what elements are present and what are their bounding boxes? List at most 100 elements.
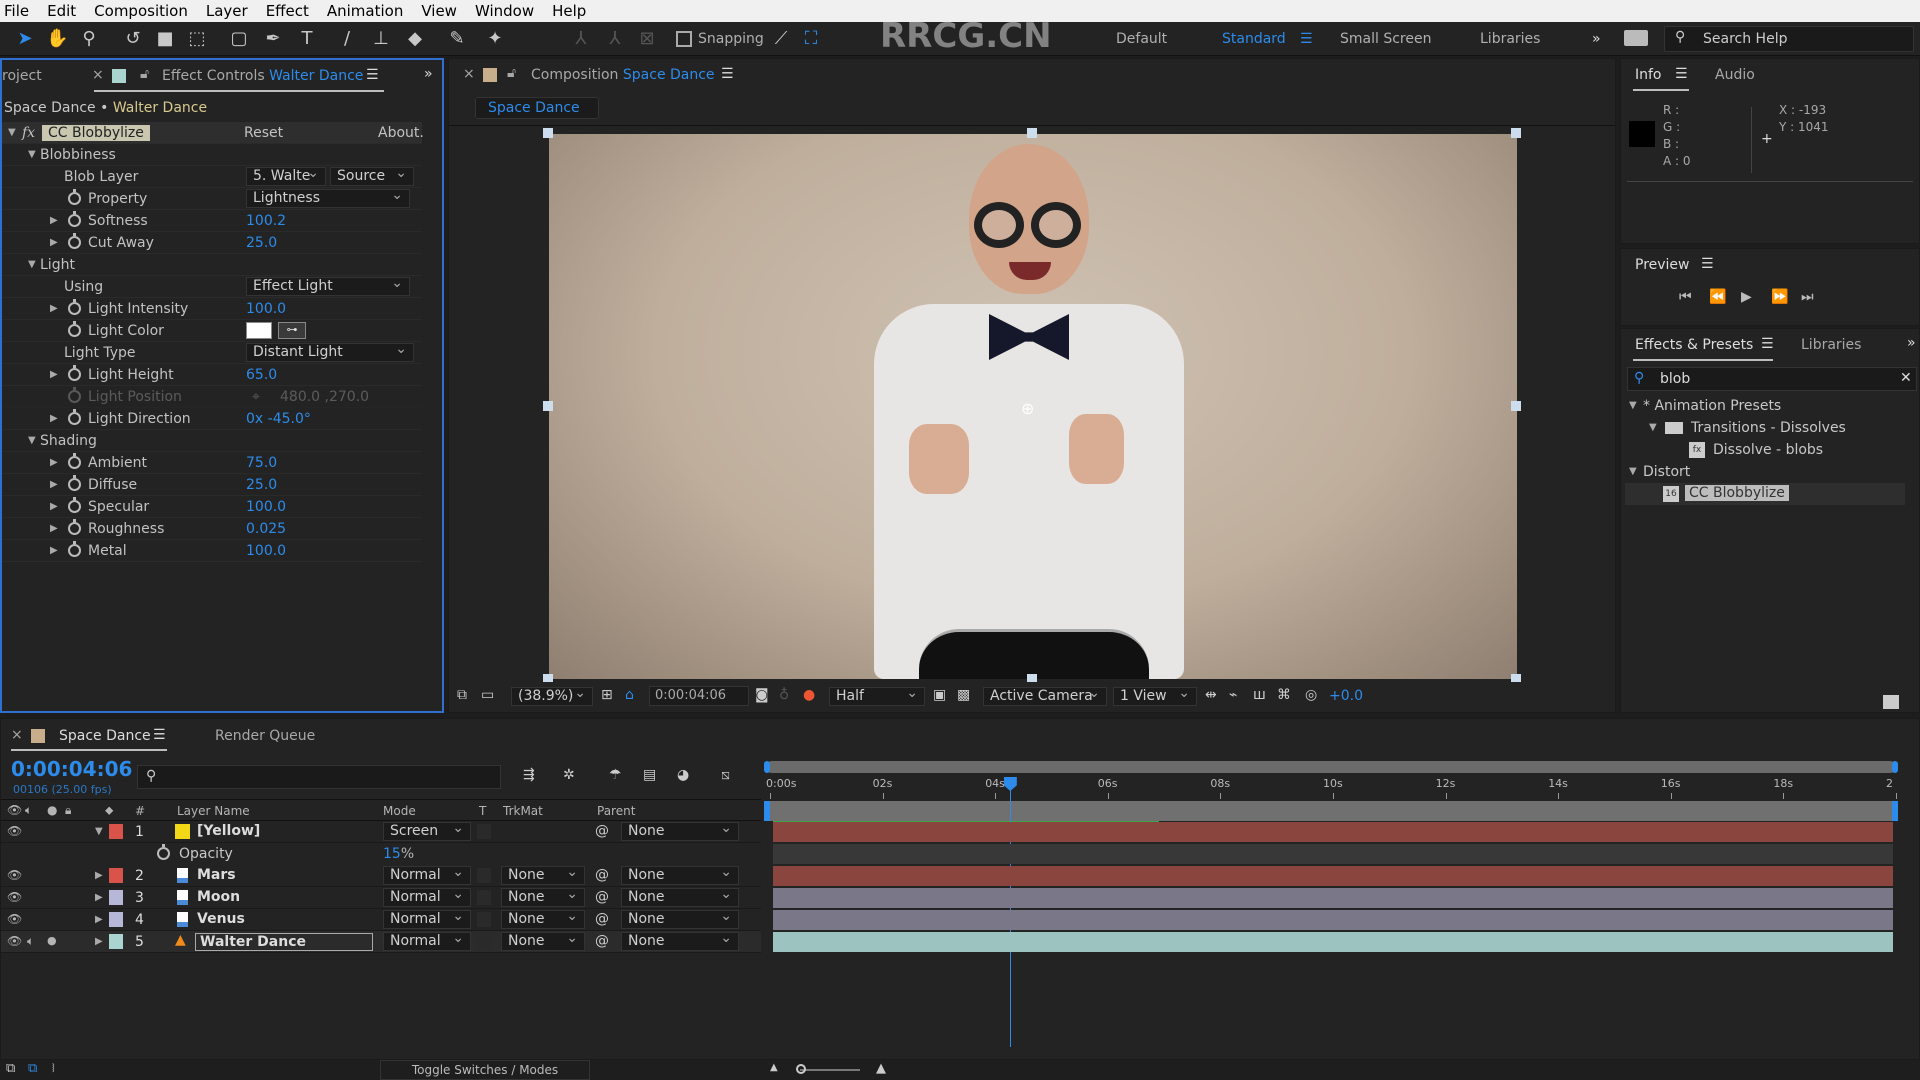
- menu-help[interactable]: Help: [552, 2, 586, 20]
- collapse-triangle-icon[interactable]: ▼: [1629, 400, 1637, 411]
- region-of-interest-icon[interactable]: ▣: [933, 687, 946, 703]
- always-preview-icon[interactable]: ⧉: [457, 687, 467, 703]
- expand-triangle-icon[interactable]: ▶: [95, 914, 103, 925]
- menu-window[interactable]: Window: [475, 2, 534, 20]
- layer-name[interactable]: Venus: [197, 911, 245, 927]
- stopwatch-icon[interactable]: [68, 497, 81, 513]
- zoom-in-icon[interactable]: ▲: [876, 1061, 886, 1076]
- expand-triangle-icon[interactable]: ▶: [95, 892, 103, 903]
- work-area-bar[interactable]: [764, 801, 1898, 821]
- expand-triangle-icon[interactable]: ▶: [95, 870, 103, 881]
- work-area-end-handle[interactable]: [1892, 801, 1898, 821]
- panel-expand-icon[interactable]: »: [1907, 335, 1916, 351]
- menu-file[interactable]: File: [4, 2, 29, 20]
- parent-dropdown[interactable]: None: [621, 930, 739, 951]
- layer-duration-bar[interactable]: [773, 932, 1893, 952]
- exposure-value[interactable]: +0.0: [1329, 688, 1363, 704]
- puppet-pin-tool-icon[interactable]: ✦: [484, 28, 506, 50]
- graph-editor-icon[interactable]: ⧅: [721, 767, 730, 783]
- tab-effect-controls[interactable]: Effect Controls Walter Dance: [162, 68, 363, 84]
- pick-whip-icon[interactable]: @: [595, 867, 609, 883]
- label-color-icon[interactable]: [109, 912, 123, 927]
- panel-menu-icon[interactable]: ☰: [721, 66, 734, 82]
- zoom-out-icon[interactable]: ▲: [770, 1062, 778, 1073]
- collapse-triangle-icon[interactable]: ▼: [28, 259, 36, 270]
- time-ruler[interactable]: 0:00s 02s 04s 06s 08s 10s 12s 14s 16s 18s 2: [766, 775, 1897, 801]
- track-matte-dropdown[interactable]: None: [501, 864, 585, 885]
- layer-name[interactable]: Mars: [197, 867, 236, 883]
- type-tool-icon[interactable]: T: [296, 28, 318, 50]
- pick-whip-icon[interactable]: @: [595, 911, 609, 927]
- track-matte-dropdown[interactable]: None: [501, 930, 585, 951]
- tree-item-distort[interactable]: ▼ Distort: [1625, 461, 1905, 483]
- lock-switch-icon[interactable]: 🔒︎: [65, 803, 71, 818]
- pick-whip-icon[interactable]: @: [595, 889, 609, 905]
- monitor-icon[interactable]: ▭: [481, 687, 494, 703]
- tab-space-dance-timeline[interactable]: Space Dance: [59, 728, 151, 744]
- fx-icon[interactable]: fx: [22, 125, 35, 141]
- close-tab-icon[interactable]: ×: [463, 66, 475, 82]
- layer-row[interactable]: 👁︎ ▶ 3 Moon Normal None @ None: [1, 886, 761, 909]
- eye-icon[interactable]: 👁︎: [7, 824, 22, 838]
- menu-layer[interactable]: Layer: [206, 2, 248, 20]
- timeline-current-time[interactable]: 0:00:04:06: [11, 757, 132, 781]
- tree-item-cc-blobbylize[interactable]: 16 CC Blobbylize: [1625, 483, 1905, 505]
- transform-handle[interactable]: [543, 128, 553, 138]
- timeline-search-input[interactable]: ⚲: [137, 765, 501, 789]
- more-workspaces-icon[interactable]: »: [1592, 31, 1601, 47]
- collapse-triangle-icon[interactable]: ▼: [28, 435, 36, 446]
- about-link[interactable]: About.: [378, 125, 424, 141]
- draft-3d-icon[interactable]: ✲: [563, 767, 575, 783]
- label-color-icon[interactable]: [109, 934, 123, 949]
- blob-layer-source-dropdown[interactable]: Source: [330, 165, 414, 186]
- toggle-switches-modes-button[interactable]: Toggle Switches / Modes: [380, 1060, 590, 1080]
- timeline-icon[interactable]: ш: [1253, 687, 1266, 703]
- views-dropdown[interactable]: 1 View: [1113, 685, 1197, 706]
- preserve-transparency-checkbox[interactable]: [477, 934, 491, 949]
- group-shading[interactable]: ▼ Shading: [2, 430, 422, 452]
- layer-name[interactable]: Moon: [197, 889, 240, 905]
- pick-whip-icon[interactable]: @: [595, 933, 609, 949]
- world-axis-icon[interactable]: ⅄: [604, 28, 626, 50]
- eye-icon[interactable]: 👁︎: [7, 890, 22, 904]
- transfer-controls-icon[interactable]: ⧉: [28, 1061, 37, 1076]
- expand-triangle-icon[interactable]: ▶: [50, 479, 58, 490]
- flowchart-icon[interactable]: ⌘: [1277, 687, 1291, 703]
- reset-link[interactable]: Reset: [244, 125, 283, 141]
- expand-triangle-icon[interactable]: ▶: [50, 457, 58, 468]
- composition-mini-flowchart-icon[interactable]: ⇶: [523, 767, 535, 783]
- eye-icon[interactable]: 👁︎: [7, 912, 22, 926]
- layer-row[interactable]: 👁︎ ▼ 1 [Yellow] Screen @ None: [1, 820, 761, 843]
- panel-menu-icon[interactable]: ☰: [366, 67, 379, 83]
- sync-settings-icon[interactable]: [1624, 30, 1648, 46]
- camera-tool-icon[interactable]: ■: [154, 28, 176, 50]
- cut-away-value[interactable]: 25.0: [246, 235, 277, 251]
- layer-duration-bar[interactable]: [773, 822, 1893, 842]
- collapse-triangle-icon[interactable]: ▼: [28, 149, 36, 160]
- local-axis-icon[interactable]: ⅄: [570, 28, 592, 50]
- pen-tool-icon[interactable]: ✒: [262, 28, 284, 50]
- frame-blending-icon[interactable]: ▤: [643, 767, 656, 783]
- stopwatch-icon[interactable]: [68, 453, 81, 469]
- effects-search-input[interactable]: ⚲ blob ✕: [1627, 367, 1917, 391]
- eyedropper-icon[interactable]: ⊶: [278, 322, 306, 339]
- tree-item-animation-presets[interactable]: ▼ * Animation Presets: [1625, 395, 1905, 417]
- light-direction-value[interactable]: 0x -45.0°: [246, 411, 311, 427]
- layer-row[interactable]: 👁︎ ▶ 4 Venus Normal None @ None: [1, 908, 761, 931]
- stopwatch-icon[interactable]: [68, 233, 81, 249]
- transform-handle[interactable]: [1027, 128, 1037, 138]
- blend-mode-dropdown[interactable]: Normal: [383, 886, 471, 907]
- column-layer-name[interactable]: Layer Name: [177, 804, 250, 818]
- collapse-triangle-icon[interactable]: ▼: [8, 127, 16, 138]
- workspace-libraries[interactable]: Libraries: [1480, 31, 1540, 47]
- specular-value[interactable]: 100.0: [246, 499, 286, 515]
- eye-icon[interactable]: 👁︎: [7, 868, 22, 882]
- rotate-tool-icon[interactable]: ↺: [122, 28, 144, 50]
- in-out-icon[interactable]: ⧘: [52, 1061, 55, 1076]
- new-item-icon[interactable]: [1883, 695, 1899, 709]
- lock-icon[interactable]: 🔓︎: [140, 66, 149, 82]
- light-height-value[interactable]: 65.0: [246, 367, 277, 383]
- fit-frame-icon[interactable]: ⊞: [601, 687, 613, 703]
- transform-handle[interactable]: [1511, 128, 1521, 138]
- stopwatch-icon[interactable]: [68, 519, 81, 535]
